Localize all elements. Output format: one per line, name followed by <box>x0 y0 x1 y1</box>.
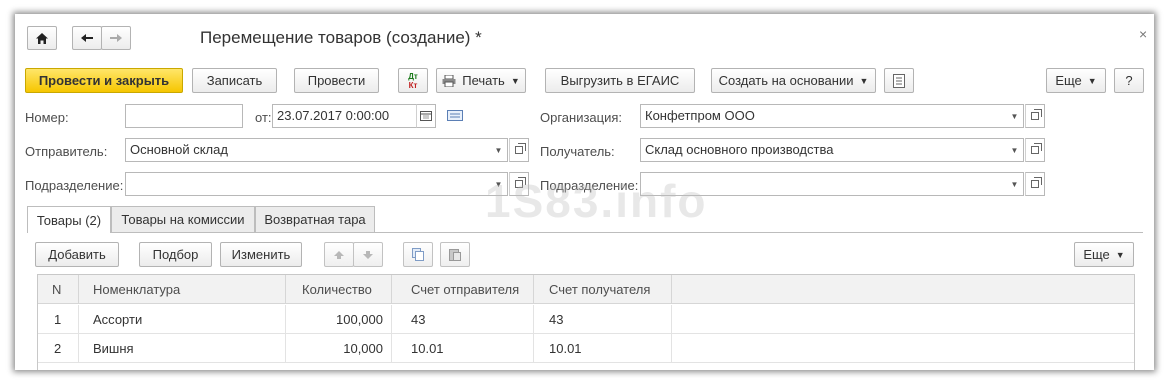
receiver-dropdown[interactable]: ▼ <box>1006 138 1024 162</box>
sender-dropdown[interactable]: ▼ <box>490 138 508 162</box>
column-header-qty[interactable]: Количество <box>286 275 392 304</box>
home-button[interactable] <box>27 26 57 50</box>
watermark: 1S83.info <box>485 175 708 227</box>
document-window: Перемещение товаров (создание) * × Прове… <box>15 14 1154 370</box>
printer-icon <box>442 74 456 87</box>
create-based-on-label: Создать на основании <box>718 73 854 88</box>
comment-icon[interactable] <box>447 110 463 121</box>
home-icon <box>36 32 48 44</box>
column-header-receiver-acc[interactable]: Счет получателя <box>534 275 672 304</box>
column-header-item[interactable]: Номенклатура <box>79 275 286 304</box>
table-row[interactable]: 2 Вишня 10,000 10.01 10.01 <box>38 334 1134 363</box>
selection-button[interactable]: Подбор <box>139 242 212 267</box>
print-label: Печать <box>462 73 505 88</box>
change-button[interactable]: Изменить <box>220 242 302 267</box>
department-right-open-button[interactable] <box>1025 172 1045 196</box>
chevron-down-icon: ▼ <box>1087 75 1097 86</box>
arrow-up-icon <box>334 250 344 259</box>
cell-receiver-acc: 43 <box>534 305 672 334</box>
date-field[interactable]: 23.07.2017 0:00:00 <box>272 104 417 128</box>
arrow-left-icon <box>81 34 93 42</box>
dtkt-bottom-label: Кт <box>408 80 418 90</box>
window-title: Перемещение товаров (создание) * <box>200 28 482 47</box>
paste-button[interactable] <box>440 242 470 267</box>
open-icon <box>1031 177 1042 188</box>
cell-qty: 100,000 <box>286 305 392 334</box>
tab-goods[interactable]: Товары (2) <box>27 206 111 233</box>
number-field[interactable] <box>125 104 243 128</box>
save-button[interactable]: Записать <box>192 68 277 93</box>
arrow-right-icon <box>110 34 122 42</box>
print-button[interactable]: Печать ▼ <box>436 68 526 93</box>
copy-icon <box>412 248 424 261</box>
back-button[interactable] <box>72 26 102 50</box>
tab-returnable-containers[interactable]: Возвратная тара <box>255 206 375 232</box>
organization-label: Организация: <box>540 110 623 125</box>
move-up-button[interactable] <box>324 242 354 267</box>
organization-open-button[interactable] <box>1025 104 1045 128</box>
chevron-down-icon: ▼ <box>510 75 520 86</box>
number-label: Номер: <box>25 110 69 125</box>
table-header: N Номенклатура Количество Счет отправите… <box>38 275 1134 304</box>
cell-item: Ассорти <box>79 305 286 334</box>
table-row[interactable]: 1 Ассорти 100,000 43 43 <box>38 305 1134 334</box>
department-right-dropdown[interactable]: ▼ <box>1006 172 1024 196</box>
more-label: Еще <box>1055 73 1082 88</box>
forward-button[interactable] <box>101 26 131 50</box>
open-icon <box>1031 143 1042 154</box>
dtkt-button[interactable]: Дт Кт <box>398 68 428 93</box>
open-icon <box>1031 109 1042 120</box>
post-and-close-button[interactable]: Провести и закрыть <box>25 68 183 93</box>
chevron-down-icon: ▼ <box>859 75 869 86</box>
cell-item: Вишня <box>79 334 286 363</box>
cell-sender-acc: 43 <box>392 305 534 334</box>
table-more-button[interactable]: Еще ▼ <box>1074 242 1134 267</box>
post-button[interactable]: Провести <box>294 68 379 93</box>
document-list-icon <box>893 73 905 88</box>
column-header-sender-acc[interactable]: Счет отправителя <box>392 275 534 304</box>
date-from-label: от: <box>255 110 272 125</box>
close-icon[interactable]: × <box>1139 26 1147 42</box>
paste-icon <box>449 249 461 261</box>
sender-open-button[interactable] <box>509 138 529 162</box>
open-icon <box>515 143 526 154</box>
receiver-label: Получатель: <box>540 144 615 159</box>
receiver-field[interactable]: Склад основного производства <box>640 138 1007 162</box>
copy-button[interactable] <box>403 242 433 267</box>
chevron-down-icon: ▼ <box>1115 249 1125 260</box>
export-egais-button[interactable]: Выгрузить в ЕГАИС <box>545 68 695 93</box>
add-button[interactable]: Добавить <box>35 242 119 267</box>
department-left-field[interactable] <box>125 172 491 196</box>
tab-commission-goods[interactable]: Товары на комиссии <box>111 206 255 232</box>
column-header-n[interactable]: N <box>38 275 79 304</box>
calendar-button[interactable] <box>416 104 436 128</box>
receiver-open-button[interactable] <box>1025 138 1045 162</box>
cell-n: 2 <box>38 334 79 363</box>
dtkt-top-label: Дт <box>408 71 418 81</box>
cell-receiver-acc: 10.01 <box>534 334 672 363</box>
tab-underline <box>111 232 1143 233</box>
department-left-label: Подразделение: <box>25 178 124 193</box>
help-button[interactable]: ? <box>1114 68 1144 93</box>
goods-table: N Номенклатура Количество Счет отправите… <box>37 274 1135 370</box>
organization-field[interactable]: Конфетпром ООО <box>640 104 1007 128</box>
calendar-icon <box>420 111 432 121</box>
organization-dropdown[interactable]: ▼ <box>1006 104 1024 128</box>
cell-qty: 10,000 <box>286 334 392 363</box>
cell-n: 1 <box>38 305 79 334</box>
arrow-down-icon <box>363 250 373 259</box>
cell-sender-acc: 10.01 <box>392 334 534 363</box>
move-down-button[interactable] <box>353 242 383 267</box>
sender-field[interactable]: Основной склад <box>125 138 491 162</box>
report-button[interactable] <box>884 68 914 93</box>
create-based-on-button[interactable]: Создать на основании ▼ <box>711 68 876 93</box>
table-more-label: Еще <box>1083 247 1110 262</box>
sender-label: Отправитель: <box>25 144 108 159</box>
more-button[interactable]: Еще ▼ <box>1046 68 1106 93</box>
